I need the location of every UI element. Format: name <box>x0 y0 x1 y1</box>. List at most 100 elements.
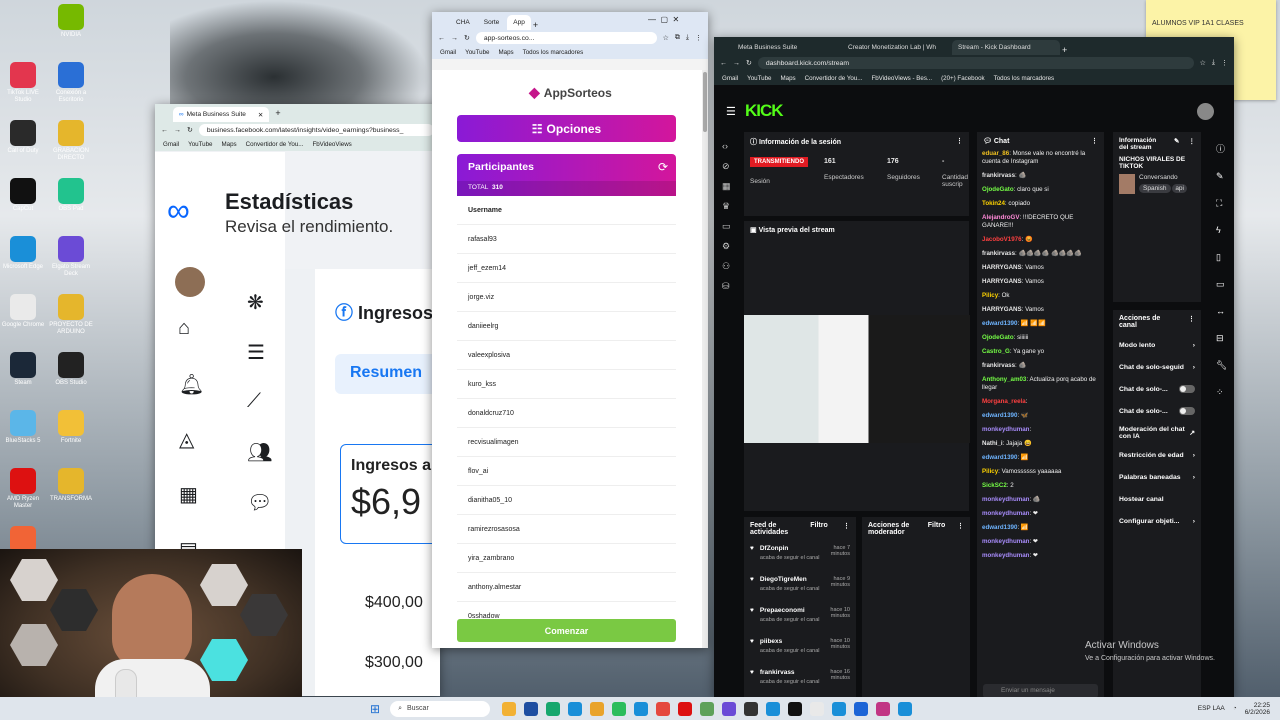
avatar[interactable] <box>1197 103 1214 120</box>
close-icon[interactable]: ✕ <box>258 111 263 119</box>
desktop-icon[interactable]: TRANSFORMA <box>48 468 94 503</box>
taskbar-app-icon[interactable] <box>612 701 627 716</box>
desktop-icon[interactable]: PROYECTO DE ARDUINO <box>48 294 94 336</box>
more-icon[interactable]: ⋮ <box>957 522 964 536</box>
ruler-icon[interactable]: ↔ <box>1216 298 1234 325</box>
expand-icon[interactable]: ‹› <box>722 136 736 156</box>
back-icon[interactable]: ← <box>161 127 168 134</box>
participant-row[interactable]: jeff_ezem14 <box>457 254 676 283</box>
desktop-icon[interactable]: TikTok LIVE Studio <box>0 62 46 104</box>
refresh-icon[interactable]: ⟳ <box>658 160 668 174</box>
feed-user[interactable]: piibexs <box>760 638 782 645</box>
participant-row[interactable]: yira_zambrano <box>457 544 676 573</box>
options-button[interactable]: ☷ Opciones <box>457 115 676 142</box>
star-icon[interactable]: ☆ <box>663 34 669 42</box>
taskbar-app-icon[interactable] <box>656 701 671 716</box>
bookmark-link[interactable]: Maps <box>499 49 514 56</box>
home-icon[interactable]: ⌂ <box>178 317 190 340</box>
menu-icon[interactable]: ⋮ <box>695 34 702 42</box>
start-icon[interactable]: ⊞ <box>370 702 380 716</box>
taskbar-app-icon[interactable] <box>898 701 913 716</box>
new-tab-icon[interactable]: + <box>1062 45 1067 55</box>
chat-username[interactable]: monkeydhuman <box>982 552 1029 559</box>
chat-username[interactable]: HARRYGANS <box>982 278 1022 285</box>
taskbar-app-icon[interactable] <box>524 701 539 716</box>
participant-row[interactable]: anthony.almestar <box>457 573 676 602</box>
chat-username[interactable]: Morgana_reela <box>982 398 1026 405</box>
chat-username[interactable]: Tokin24 <box>982 200 1005 207</box>
reload-icon[interactable]: ↻ <box>464 34 470 42</box>
bookmark-link[interactable]: Convertidor de You... <box>805 75 863 82</box>
channel-action[interactable]: Chat de solo-... <box>1113 400 1201 422</box>
desktop-icon[interactable]: OBS Pad <box>48 178 94 213</box>
trend-icon[interactable]: ⟋ <box>247 390 261 413</box>
users-icon[interactable]: ⚇ <box>722 256 736 276</box>
forward-icon[interactable]: → <box>174 127 181 134</box>
chat-username[interactable]: Pilicy <box>982 292 998 299</box>
channel-action[interactable]: Moderación del chat con IA ↗ <box>1113 422 1201 444</box>
forward-icon[interactable]: → <box>733 60 740 67</box>
chat-icon[interactable]: 💬︎ <box>247 490 272 515</box>
taskbar-app-icon[interactable] <box>590 701 605 716</box>
mod-filter[interactable]: Filtro <box>928 522 946 536</box>
wrench-icon[interactable]: 🔧︎ <box>1216 352 1234 379</box>
taskbar-app-icon[interactable] <box>546 701 561 716</box>
chat-username[interactable]: edward1390 <box>982 524 1017 531</box>
list-icon[interactable]: ☰ <box>247 340 265 365</box>
more-icon[interactable]: ⋮ <box>1188 137 1195 151</box>
chat-icon[interactable]: ▭ <box>1216 271 1234 298</box>
taskbar-app-icon[interactable] <box>854 701 869 716</box>
window-controls[interactable]: — ▢ ✕ <box>648 15 679 24</box>
download-icon[interactable]: ⤓ <box>1212 59 1215 67</box>
start-button[interactable]: Comenzar <box>457 619 676 642</box>
reload-icon[interactable]: ↻ <box>187 126 193 134</box>
chat-username[interactable]: Nathi_i <box>982 440 1003 447</box>
desktop-icon[interactable]: BlueStacks 5 <box>0 410 46 445</box>
chat-username[interactable]: monkeydhuman <box>982 496 1029 503</box>
chat-username[interactable]: monkeydhuman <box>982 510 1029 517</box>
channel-action[interactable]: Modo lento › <box>1113 334 1201 356</box>
wifi-icon[interactable]: ◔ <box>1233 705 1237 712</box>
people-icon[interactable]: 👥︎ <box>247 440 272 465</box>
participant-row[interactable]: valeexplosiva <box>457 341 676 370</box>
bookmark-link[interactable]: Gmail <box>440 49 456 56</box>
chat-username[interactable]: OjodeGato <box>982 334 1014 341</box>
expand-icon[interactable]: ⛶ <box>1216 190 1234 217</box>
note-icon[interactable]: ▯ <box>1216 244 1234 271</box>
chat-username[interactable]: edward1390 <box>982 320 1017 327</box>
trophy-icon[interactable]: ♛ <box>722 196 736 216</box>
taskbar-app-icon[interactable] <box>810 701 825 716</box>
bookmark-link[interactable]: YouTube <box>188 141 212 148</box>
taskbar-app-icon[interactable] <box>678 701 693 716</box>
earnings-card[interactable]: Ingresos a $6,9 <box>340 444 440 544</box>
channel-action[interactable]: Hostear canal <box>1113 488 1201 510</box>
participant-row[interactable]: flov_ai <box>457 457 676 486</box>
chat-username[interactable]: edward1390 <box>982 454 1017 461</box>
hamburger-icon[interactable]: ☰ <box>726 105 736 118</box>
chat-username[interactable]: HARRYGANS <box>982 264 1022 271</box>
taskbar-app-icon[interactable] <box>788 701 803 716</box>
resumen-tab[interactable]: Resumen <box>335 354 440 394</box>
chat-username[interactable]: JacoboV1976 <box>982 236 1022 243</box>
table-icon[interactable]: ▦ <box>179 482 198 507</box>
bookmark-link[interactable]: (20+) Facebook <box>941 75 985 82</box>
more-icon[interactable]: ⋮ <box>843 522 850 536</box>
desktop-icon[interactable]: Google Chrome <box>0 294 46 329</box>
participant-row[interactable]: rafasal93 <box>457 225 676 254</box>
taskbar-app-icon[interactable] <box>634 701 649 716</box>
participant-row[interactable]: ramirezrosasosa <box>457 515 676 544</box>
compass-icon[interactable]: ◬ <box>179 427 194 452</box>
taskbar-app-icon[interactable] <box>502 701 517 716</box>
info-icon[interactable]: ⓘ <box>1216 136 1234 163</box>
browser-tab[interactable]: Stream - Kick Dashboard <box>952 40 1060 55</box>
language-indicator[interactable]: ESP LAA <box>1198 705 1225 712</box>
desktop-icon[interactable]: Call of Duty <box>0 120 46 155</box>
feed-filter[interactable]: Filtro <box>810 522 828 536</box>
desktop-icon[interactable]: OBS Studio <box>48 352 94 387</box>
desktop-icon[interactable]: GRABACION DIRECTO <box>48 120 94 162</box>
bookmark-link[interactable]: FbVideoViews - Bes... <box>871 75 932 82</box>
chat-username[interactable]: eduar_86 <box>982 150 1009 157</box>
taskbar-app-icon[interactable] <box>766 701 781 716</box>
desktop-icon[interactable]: AMD Ryzen Master <box>0 468 46 510</box>
scrollbar[interactable] <box>702 70 708 648</box>
